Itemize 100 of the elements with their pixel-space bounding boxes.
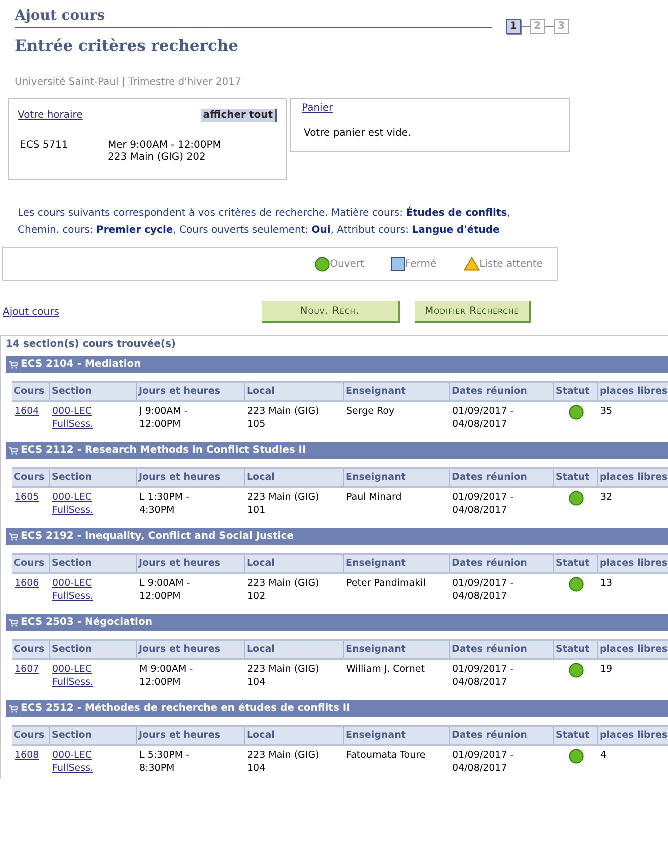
search-criteria-text: Les cours suivants correspondent à vos critères de recherche. Matière cours: Études de conflits, Chemin. cours: Premier cycle, Cours ouverts seulement: Oui, Attribut cours: Langue d'étude <box>18 206 512 238</box>
cart-icon <box>9 704 18 712</box>
column-header: Statut <box>554 640 598 659</box>
column-header: Cours <box>12 382 50 401</box>
column-header: Cours <box>12 468 50 487</box>
column-header: Dates réunion <box>450 640 554 659</box>
column-header: Dates réunion <box>450 554 554 573</box>
class-number-link[interactable]: 1605 <box>15 492 40 503</box>
column-header: Cours <box>12 554 50 573</box>
cart-icon <box>9 446 18 454</box>
page-title: Ajout cours <box>15 8 106 24</box>
table-cell: 223 Main (GIG) <box>248 405 320 418</box>
course-title: ECS 2112 - Research Methods in Conflict Studies II <box>21 445 306 456</box>
section-link[interactable]: 000-LEC <box>52 405 92 418</box>
column-header: places libres <box>598 382 668 401</box>
column-header: places libres <box>598 726 668 745</box>
table-cell: Fatoumata Toure <box>346 750 426 761</box>
legend-label: Liste attente <box>480 258 543 270</box>
legend-label: Ouvert <box>330 258 364 270</box>
session-link[interactable]: FullSess. <box>52 504 94 517</box>
column-header: Statut <box>554 382 598 401</box>
column-header: Enseignant <box>344 554 450 573</box>
course-title: ECS 2104 - Mediation <box>21 359 142 370</box>
column-header: places libres <box>598 468 668 487</box>
table-cell: 32 <box>600 492 613 503</box>
table-cell: 04/08/2017 <box>452 504 508 517</box>
class-number-link[interactable]: 1604 <box>15 406 40 417</box>
table-cell: 223 Main (GIG) <box>248 749 320 762</box>
session-link[interactable]: FullSess. <box>52 418 94 431</box>
page-subtitle: Entrée critères recherche <box>14 35 240 55</box>
column-header: Statut <box>554 554 598 573</box>
table-cell: 105 <box>248 418 266 431</box>
legend-label: Fermé <box>405 258 437 270</box>
column-header: Cours <box>12 640 50 659</box>
table-cell: 102 <box>248 590 266 603</box>
column-header: Local <box>244 382 344 401</box>
table-cell: Paul Minard <box>346 492 402 503</box>
schedule-link[interactable]: Votre horaire <box>18 110 83 121</box>
table-cell: L 1:30PM - <box>140 491 190 504</box>
column-header: Dates réunion <box>450 726 554 745</box>
column-header: Jours et heures <box>136 382 244 401</box>
column-header: Enseignant <box>344 640 450 659</box>
session-link[interactable]: FullSess. <box>52 676 94 689</box>
column-header: Statut <box>554 468 598 487</box>
column-header: Section <box>50 382 136 401</box>
step-indicator: 1 <box>506 19 521 34</box>
course-title: ECS 2192 - Inequality, Conflict and Social Justice <box>21 531 294 542</box>
column-header: Local <box>244 468 344 487</box>
cart-icon <box>9 618 18 626</box>
column-header: Jours et heures <box>136 554 244 573</box>
table-cell: 13 <box>600 578 613 589</box>
column-header: Dates réunion <box>450 382 554 401</box>
course-title: ECS 2512 - Méthodes de recherche en études de conflits II <box>21 703 350 714</box>
class-number-link[interactable]: 1606 <box>15 578 40 589</box>
search-action-button[interactable]: Modifier Recherche <box>415 301 532 323</box>
add-course-link[interactable]: Ajout cours <box>3 306 262 318</box>
cart-link[interactable]: Panier <box>302 103 334 114</box>
column-header: Cours <box>12 726 50 745</box>
section-link[interactable]: 000-LEC <box>52 491 92 504</box>
table-cell: 04/08/2017 <box>452 676 508 689</box>
table-cell: Serge Roy <box>346 406 395 417</box>
course-title: ECS 2503 - Négociation <box>21 617 152 628</box>
class-number-link[interactable]: 1608 <box>15 750 40 761</box>
column-header: Section <box>50 726 136 745</box>
column-header: Enseignant <box>344 382 450 401</box>
table-cell: M 9:00AM - <box>140 663 194 676</box>
results-count: 14 section(s) cours trouvée(s) <box>6 338 177 352</box>
section-link[interactable]: 000-LEC <box>52 663 92 676</box>
column-header: Local <box>244 726 344 745</box>
session-link[interactable]: FullSess. <box>52 762 94 775</box>
column-header: Local <box>244 554 344 573</box>
column-header: Enseignant <box>344 726 450 745</box>
institution-term: Université Saint-Paul | Trimestre d'hiver 2017 <box>14 76 242 88</box>
meeting-room: 223 Main (GIG) 202 <box>108 152 207 163</box>
table-cell: 35 <box>600 406 613 417</box>
column-header: Section <box>50 468 136 487</box>
cart-message: Votre panier est vide. <box>303 127 412 139</box>
table-cell: 01/09/2017 - <box>452 749 514 762</box>
table-cell: 104 <box>248 676 266 689</box>
session-link[interactable]: FullSess. <box>52 590 94 603</box>
table-cell: 223 Main (GIG) <box>248 577 320 590</box>
course-code: ECS 5711 <box>20 140 70 153</box>
meeting-time: Mer 9:00AM - 12:00PM <box>108 140 222 151</box>
column-header: Section <box>50 554 136 573</box>
search-action-button[interactable]: Nouv. Rech. <box>262 301 400 323</box>
table-cell: 4:30PM <box>140 504 175 517</box>
section-link[interactable]: 000-LEC <box>52 749 92 762</box>
class-number-link[interactable]: 1607 <box>15 664 40 675</box>
show-all-button[interactable]: afficher tout <box>201 109 277 122</box>
table-cell: 01/09/2017 - <box>452 663 514 676</box>
table-cell: 01/09/2017 - <box>452 491 514 504</box>
section-link[interactable]: 000-LEC <box>52 577 92 590</box>
table-cell: L 9:00AM - <box>140 577 190 590</box>
table-cell: 19 <box>600 664 613 675</box>
table-cell: Peter Pandimakil <box>346 578 426 589</box>
table-cell: 01/09/2017 - <box>452 577 514 590</box>
table-cell: 12:00PM <box>140 590 181 603</box>
table-cell: 04/08/2017 <box>452 590 508 603</box>
column-header: places libres <box>598 554 668 573</box>
cart-icon <box>9 360 18 368</box>
